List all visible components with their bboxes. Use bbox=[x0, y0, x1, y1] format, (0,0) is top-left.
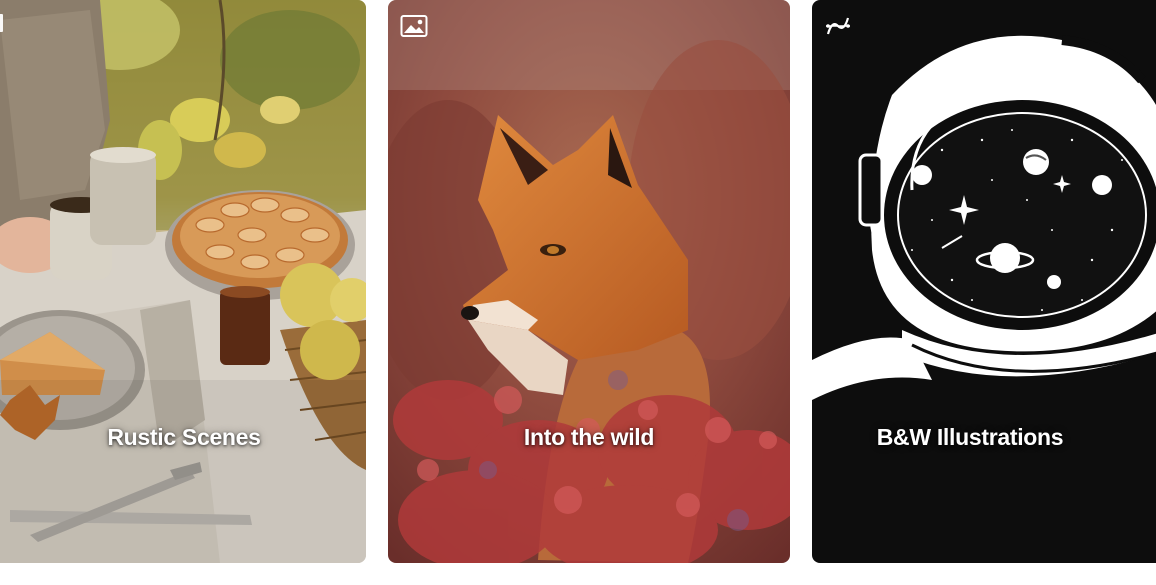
rustic-scenes-image bbox=[0, 0, 366, 563]
vector-curve-icon bbox=[824, 14, 852, 38]
category-card-bw-illustrations[interactable]: B&W Illustrations bbox=[812, 0, 1156, 563]
card-title: B&W Illustrations bbox=[876, 424, 1064, 450]
category-gallery: Rustic Scenes Into the wild B&W Illustra… bbox=[0, 0, 1156, 585]
image-icon bbox=[400, 14, 428, 38]
card-title: Into the wild bbox=[523, 424, 655, 450]
card-title: Rustic Scenes bbox=[107, 424, 261, 450]
category-card-into-the-wild[interactable]: Into the wild bbox=[388, 0, 790, 563]
bw-illustrations-image bbox=[812, 0, 1156, 563]
category-card-rustic-scenes[interactable]: Rustic Scenes bbox=[0, 0, 366, 563]
image-type-icon bbox=[0, 14, 3, 32]
into-the-wild-image bbox=[388, 0, 790, 563]
